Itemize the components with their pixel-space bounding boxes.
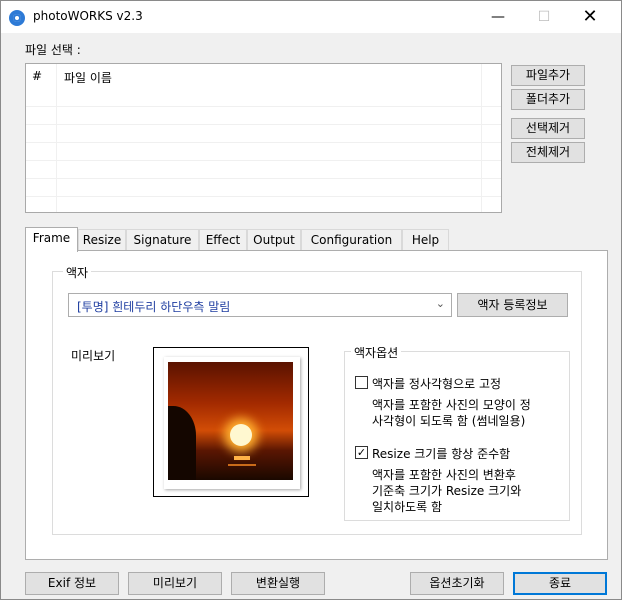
square-frame-label[interactable]: 액자를 정사각형으로 고정 [372, 375, 501, 392]
tab-effect[interactable]: Effect [199, 229, 247, 251]
preview-photo [168, 362, 293, 480]
preview-paper [164, 357, 300, 489]
convert-button[interactable]: 변환실행 [231, 572, 325, 595]
tab-signature[interactable]: Signature [126, 229, 199, 251]
add-folder-button[interactable]: 폴더추가 [511, 89, 585, 110]
preview-button[interactable]: 미리보기 [128, 572, 222, 595]
preview-label: 미리보기 [71, 349, 116, 363]
exit-button[interactable]: 종료 [513, 572, 607, 595]
main-window: photoWORKS v2.3 — ☐ ✕ 파일 선택 : # 파일 이름 파일… [0, 0, 622, 600]
square-frame-desc-line-1: 액자를 포함한 사진의 모양이 정 [372, 398, 531, 412]
reset-options-button[interactable]: 옵션초기화 [410, 572, 504, 595]
exif-info-button[interactable]: Exif 정보 [25, 572, 119, 595]
frame-group-title: 액자 [63, 264, 92, 281]
tab-output[interactable]: Output [247, 229, 301, 251]
resize-comply-desc-line-2: 기준축 크기가 Resize 크기와 [372, 484, 522, 498]
resize-comply-checkbox[interactable]: ✓ [355, 446, 368, 459]
maximize-button[interactable]: ☐ [521, 1, 567, 33]
resize-comply-desc-line-3: 일치하도록 함 [372, 500, 443, 514]
square-frame-desc-line-2: 사각형이 되도록 함 (썸네일용) [372, 414, 526, 428]
frame-select-value: [투명] 흰테두리 하단우측 말림 [77, 300, 231, 314]
tab-resize[interactable]: Resize [78, 229, 126, 251]
sun-reflection [234, 456, 250, 460]
app-icon [9, 10, 25, 26]
remove-all-button[interactable]: 전체제거 [511, 142, 585, 163]
file-list[interactable]: # 파일 이름 [25, 63, 502, 213]
empty-row [26, 179, 501, 197]
empty-row [26, 89, 501, 107]
close-button[interactable]: ✕ [567, 1, 613, 33]
frame-info-button[interactable]: 액자 등록정보 [457, 293, 568, 317]
chevron-down-icon[interactable]: ⌄ [436, 297, 445, 310]
sun-reflection [228, 464, 256, 466]
frame-preview [153, 347, 309, 497]
tab-configuration[interactable]: Configuration [301, 229, 402, 251]
frame-select[interactable]: [투명] 흰테두리 하단우측 말림 ⌄ [68, 293, 452, 317]
empty-row [26, 161, 501, 179]
minimize-button[interactable]: — [475, 1, 521, 33]
empty-row [26, 125, 501, 143]
resize-comply-label[interactable]: Resize 크기를 항상 준수함 [372, 445, 510, 462]
tab-help[interactable]: Help [402, 229, 449, 251]
column-header-filename[interactable]: 파일 이름 [64, 69, 112, 86]
add-file-button[interactable]: 파일추가 [511, 65, 585, 86]
frame-options-title: 액자옵션 [351, 344, 402, 361]
file-select-label: 파일 선택 : [25, 43, 81, 57]
column-header-number[interactable]: # [32, 69, 42, 83]
square-frame-checkbox[interactable] [355, 376, 368, 389]
empty-row [26, 143, 501, 161]
resize-comply-desc-line-1: 액자를 포함한 사진의 변환후 [372, 468, 516, 482]
rock-silhouette [168, 406, 196, 480]
remove-selected-button[interactable]: 선택제거 [511, 118, 585, 139]
tab-frame[interactable]: Frame [25, 227, 78, 252]
sun-shape [230, 424, 252, 446]
empty-row [26, 107, 501, 125]
title-bar: photoWORKS v2.3 — ☐ ✕ [1, 1, 621, 33]
window-title: photoWORKS v2.3 [33, 9, 143, 23]
